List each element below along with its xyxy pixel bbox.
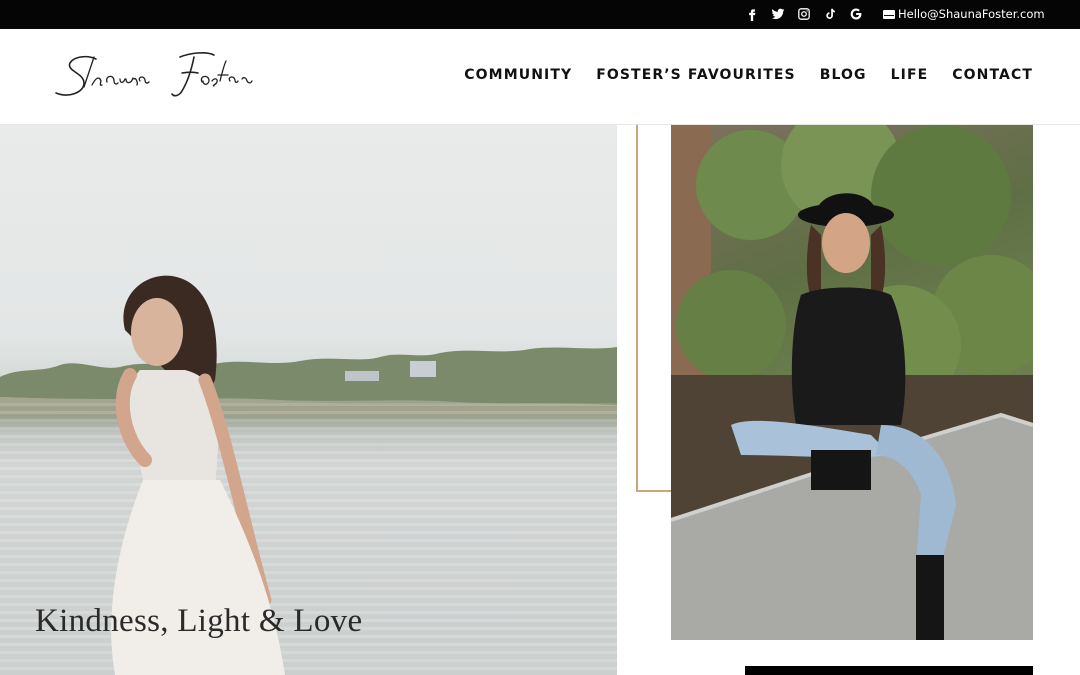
portrait-photo <box>671 125 1033 640</box>
nav-life[interactable]: LIFE <box>891 67 929 83</box>
hero-image <box>0 125 617 675</box>
logo-signature <box>55 52 253 97</box>
social-links <box>744 6 874 22</box>
portrait-scene <box>671 125 1033 640</box>
nav-community[interactable]: COMMUNITY <box>464 67 572 83</box>
email-link[interactable]: Hello@ShaunaFoster.com <box>883 6 1045 22</box>
cta-button[interactable] <box>745 666 1033 675</box>
nav-blog[interactable]: BLOG <box>820 67 867 83</box>
nav-contact[interactable]: CONTACT <box>952 67 1033 83</box>
facebook-icon[interactable] <box>744 6 760 22</box>
main-nav: COMMUNITY FOSTER’S FAVOURITES BLOG LIFE … <box>440 67 1033 83</box>
hero-title: Kindness, Light & Love <box>35 603 363 639</box>
site-header: COMMUNITY FOSTER’S FAVOURITES BLOG LIFE … <box>0 29 1080 125</box>
email-text: Hello@ShaunaFoster.com <box>898 7 1045 21</box>
instagram-icon[interactable] <box>796 6 812 22</box>
gold-frame-horizontal <box>636 490 672 492</box>
gold-frame-vertical <box>636 125 638 491</box>
envelope-icon <box>883 9 895 19</box>
google-icon[interactable] <box>848 6 864 22</box>
site-logo[interactable] <box>52 49 282 107</box>
top-bar: Hello@ShaunaFoster.com <box>0 0 1080 29</box>
tiktok-icon[interactable] <box>822 6 838 22</box>
twitter-icon[interactable] <box>770 6 786 22</box>
nav-fosters-favourites[interactable]: FOSTER’S FAVOURITES <box>596 67 796 83</box>
